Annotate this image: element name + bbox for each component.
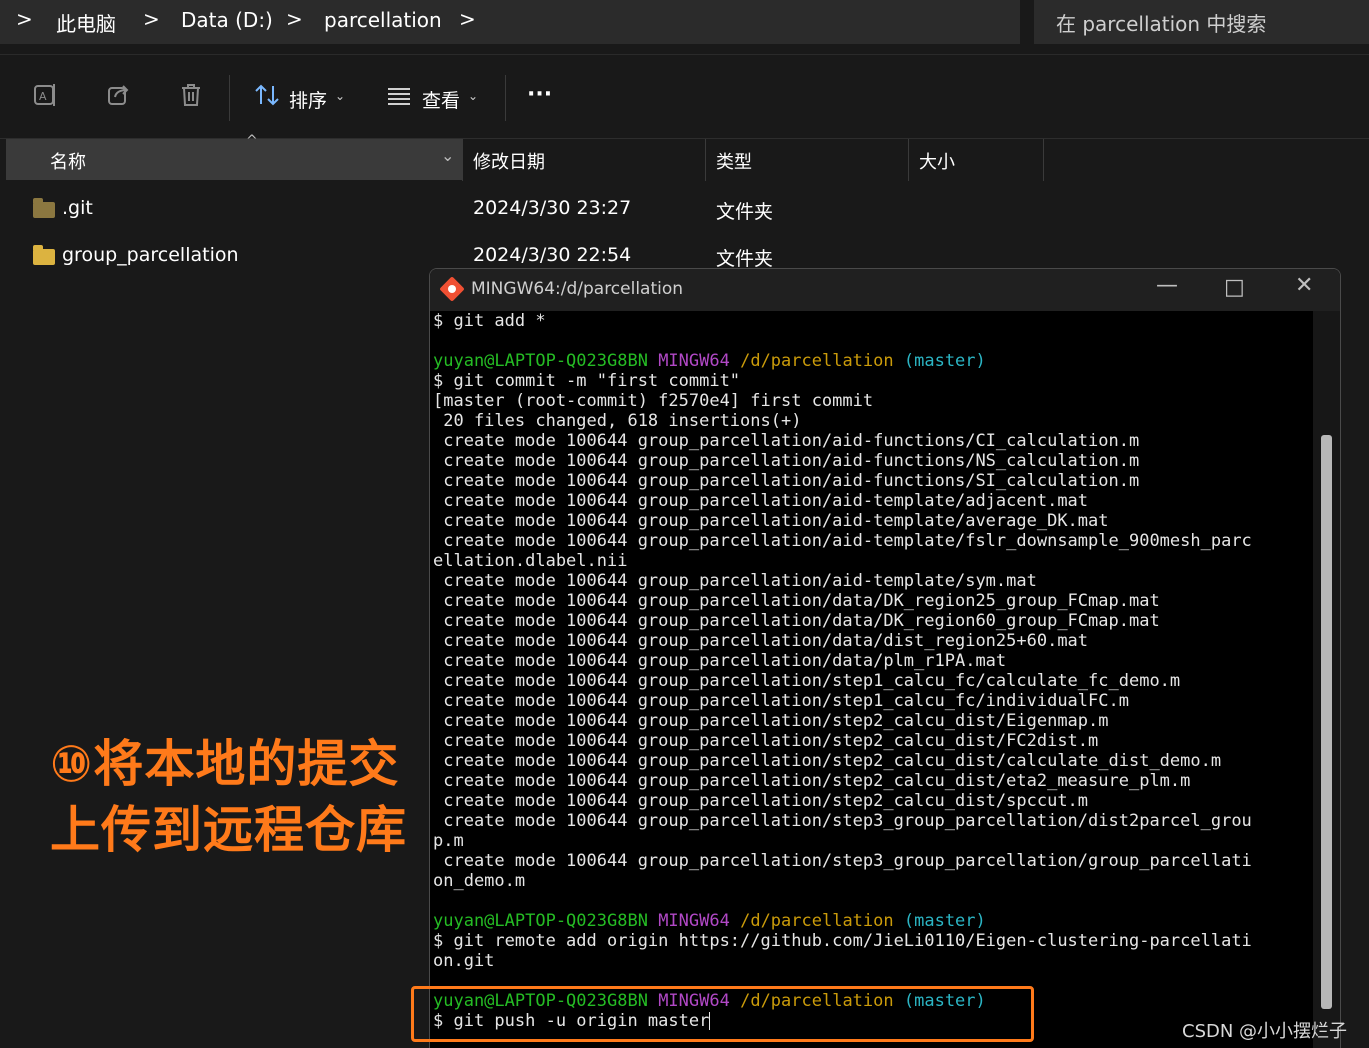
column-header-row: 名称 ^ ⌄ 修改日期 类型 大小: [0, 133, 1369, 181]
output-line: create mode 100644 group_parcellation/st…: [433, 671, 1181, 691]
svg-text:A: A: [39, 90, 47, 103]
prompt-user: yuyan@LAPTOP-Q023G8BN: [433, 911, 648, 931]
output-line: create mode 100644 group_parcellation/st…: [433, 851, 1252, 871]
terminal-output[interactable]: $ git add * yuyan@LAPTOP-Q023G8BN MINGW6…: [433, 311, 1313, 1031]
git-icon: [439, 276, 465, 302]
scrollbar-thumb[interactable]: [1321, 435, 1332, 1009]
terminal-title: MINGW64:/d/parcellation: [471, 279, 684, 299]
prompt-env: MINGW64: [658, 911, 730, 931]
chevron-right-icon[interactable]: >: [143, 7, 160, 31]
file-modified: 2024/3/30 22:54: [473, 244, 632, 266]
output-line: create mode 100644 group_parcellation/ai…: [433, 471, 1140, 491]
output-line: create mode 100644 group_parcellation/st…: [433, 751, 1222, 771]
output-line: create mode 100644 group_parcellation/st…: [433, 791, 1089, 811]
column-divider[interactable]: [705, 139, 706, 181]
close-icon[interactable]: ✕: [1295, 273, 1313, 298]
prompt-line: yuyan@LAPTOP-Q023G8BN MINGW64 /d/parcell…: [433, 911, 1313, 931]
prompt-branch: (master): [903, 351, 986, 371]
rename-icon[interactable]: A: [33, 82, 59, 114]
chevron-right-icon[interactable]: >: [459, 7, 476, 31]
watermark: CSDN @小小摆烂子: [1182, 1021, 1348, 1042]
command-line: $ git add *: [433, 311, 546, 331]
output-line: create mode 100644 group_parcellation/da…: [433, 631, 1089, 651]
toolbar-divider: [229, 75, 230, 121]
annotation-line-1: ⑩将本地的提交: [50, 735, 400, 793]
output-line: create mode 100644 group_parcellation/ai…: [433, 451, 1140, 471]
breadcrumb-parcellation[interactable]: parcellation: [324, 8, 442, 32]
chevron-down-icon[interactable]: ⌄: [441, 146, 454, 165]
file-modified: 2024/3/30 23:27: [473, 197, 632, 219]
command-line: $ git remote add origin https://github.c…: [433, 931, 1252, 951]
output-line: on.git: [433, 951, 495, 971]
maximize-icon[interactable]: □: [1224, 275, 1245, 300]
prompt-env: MINGW64: [658, 351, 730, 371]
highlight-box: [411, 986, 1034, 1042]
output-line: p.m: [433, 831, 464, 851]
column-divider[interactable]: [908, 139, 909, 181]
sort-button[interactable]: 排序: [289, 86, 327, 113]
output-line: create mode 100644 group_parcellation/ai…: [433, 431, 1140, 451]
prompt-branch: (master): [903, 911, 986, 931]
output-line: create mode 100644 group_parcellation/st…: [433, 771, 1191, 791]
output-line: ellation.dlabel.nii: [433, 551, 628, 571]
folder-icon: [33, 198, 55, 218]
output-line: create mode 100644 group_parcellation/ai…: [433, 511, 1109, 531]
breadcrumb-data-drive[interactable]: Data (D:): [181, 8, 273, 32]
annotation-line-2: 上传到远程仓库: [50, 801, 407, 859]
column-header-modified[interactable]: 修改日期: [473, 148, 545, 174]
prompt-line: yuyan@LAPTOP-Q023G8BN MINGW64 /d/parcell…: [433, 351, 1313, 371]
output-line: create mode 100644 group_parcellation/st…: [433, 711, 1109, 731]
sort-icon[interactable]: [254, 82, 280, 114]
search-input[interactable]: 在 parcellation 中搜索: [1034, 0, 1369, 44]
chevron-right-icon[interactable]: >: [286, 7, 303, 31]
more-options-button[interactable]: ···: [527, 82, 552, 107]
output-line: create mode 100644 group_parcellation/da…: [433, 651, 1007, 671]
column-divider[interactable]: [462, 139, 463, 181]
prompt-user: yuyan@LAPTOP-Q023G8BN: [433, 351, 648, 371]
output-line: create mode 100644 group_parcellation/ai…: [433, 491, 1089, 511]
terminal-window[interactable]: MINGW64:/d/parcellation — □ ✕ $ git add …: [429, 268, 1341, 1048]
file-name: .git: [62, 197, 93, 219]
view-button[interactable]: 查看: [422, 86, 460, 113]
command-line: $ git commit -m "first commit": [433, 371, 741, 391]
column-divider[interactable]: [1043, 139, 1044, 181]
file-type: 文件夹: [716, 248, 774, 270]
minimize-icon[interactable]: —: [1156, 273, 1178, 298]
divider: [0, 54, 1369, 55]
address-bar[interactable]: > 此电脑 > Data (D:) > parcellation >: [0, 0, 1020, 44]
toolbar-divider: [505, 75, 506, 121]
breadcrumb-this-pc[interactable]: 此电脑: [56, 8, 116, 37]
file-name: group_parcellation: [62, 244, 239, 266]
share-icon[interactable]: [106, 82, 132, 114]
sort-ascending-icon: ^: [246, 133, 258, 149]
search-placeholder: 在 parcellation 中搜索: [1056, 12, 1267, 36]
folder-icon: [33, 245, 55, 265]
prompt-path: /d/parcellation: [740, 351, 894, 371]
column-header-name[interactable]: 名称: [50, 148, 86, 174]
terminal-title-bar[interactable]: MINGW64:/d/parcellation — □ ✕: [430, 269, 1340, 311]
output-line: [master (root-commit) f2570e4] first com…: [433, 391, 874, 411]
file-type: 文件夹: [716, 201, 774, 223]
output-line: create mode 100644 group_parcellation/st…: [433, 811, 1252, 831]
output-line: create mode 100644 group_parcellation/st…: [433, 691, 1129, 711]
view-icon[interactable]: [386, 82, 412, 114]
column-header-type[interactable]: 类型: [716, 148, 752, 174]
output-line: create mode 100644 group_parcellation/da…: [433, 591, 1160, 611]
column-header-size[interactable]: 大小: [919, 148, 955, 174]
chevron-right-icon[interactable]: >: [16, 7, 33, 31]
chevron-down-icon[interactable]: ⌄: [335, 89, 345, 103]
output-line: create mode 100644 group_parcellation/st…: [433, 731, 1099, 751]
output-line: create mode 100644 group_parcellation/ai…: [433, 571, 1037, 591]
output-line: create mode 100644 group_parcellation/ai…: [433, 531, 1252, 551]
delete-icon[interactable]: [178, 82, 204, 114]
output-line: create mode 100644 group_parcellation/da…: [433, 611, 1160, 631]
output-line: on_demo.m: [433, 871, 526, 891]
chevron-down-icon[interactable]: ⌄: [468, 89, 478, 103]
output-line: 20 files changed, 618 insertions(+): [433, 411, 802, 431]
prompt-path: /d/parcellation: [740, 911, 894, 931]
